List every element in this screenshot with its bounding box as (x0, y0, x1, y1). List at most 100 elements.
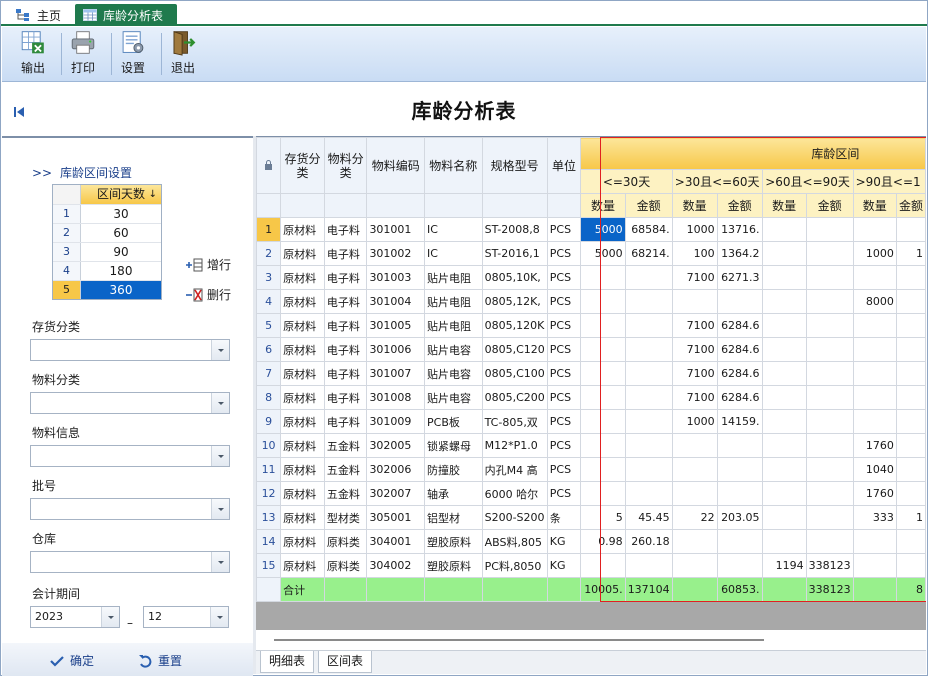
table-cell[interactable]: 五金料 (323, 481, 368, 506)
table-cell[interactable]: 301004 (366, 289, 426, 314)
value-cell[interactable] (624, 433, 673, 458)
value-cell[interactable] (761, 217, 807, 242)
value-cell[interactable]: 100 (671, 241, 718, 266)
table-cell[interactable]: 塑胶原料 (424, 529, 483, 554)
value-cell[interactable] (805, 433, 854, 458)
table-cell[interactable]: PCS (546, 241, 582, 266)
table-cell[interactable]: 原材料 (280, 361, 325, 386)
value-cell[interactable]: 22 (671, 505, 718, 530)
material-class-combo[interactable] (30, 392, 230, 414)
value-cell[interactable] (805, 241, 854, 266)
row-number[interactable]: 2 (256, 241, 282, 266)
delete-row-button[interactable]: 删行 (185, 286, 231, 303)
value-cell[interactable] (895, 289, 926, 314)
row-number[interactable]: 12 (256, 481, 282, 506)
table-cell[interactable]: 301006 (366, 337, 426, 362)
table-cell[interactable]: M12*P1.0 (481, 433, 548, 458)
table-cell[interactable]: 原材料 (280, 313, 325, 338)
value-cell[interactable] (624, 313, 673, 338)
value-cell[interactable] (671, 481, 718, 506)
value-cell[interactable] (716, 289, 763, 314)
value-cell[interactable]: 7100 (671, 313, 718, 338)
value-cell[interactable] (716, 529, 763, 554)
col-unit[interactable]: 单位 (546, 137, 582, 194)
total-label[interactable]: 合计 (280, 577, 325, 602)
tab-home[interactable]: 主页 (7, 4, 71, 26)
table-cell[interactable]: 贴片电容 (424, 385, 483, 410)
table-cell[interactable]: 原材料 (280, 337, 325, 362)
interval-row[interactable]: 1 30 (53, 204, 161, 223)
value-cell[interactable] (580, 313, 626, 338)
table-cell[interactable]: 铝型材 (424, 505, 483, 530)
table-cell[interactable]: 电子料 (323, 241, 368, 266)
table-row[interactable]: 14 原材料 原料类 304001 塑胶原料 ABS料,805 KG 0.98 260.18 (256, 529, 926, 554)
amt-header[interactable]: 金额 (624, 193, 673, 218)
row-number[interactable]: 15 (256, 553, 282, 578)
group-header[interactable]: >30且<=60天 (671, 169, 763, 194)
table-cell[interactable]: IC (424, 217, 483, 242)
value-cell[interactable] (580, 553, 626, 578)
row-number[interactable]: 7 (256, 361, 282, 386)
value-cell[interactable] (852, 265, 897, 290)
interval-value[interactable]: 90 (81, 243, 161, 261)
chevron-down-icon[interactable] (211, 552, 229, 572)
value-cell[interactable] (716, 553, 763, 578)
table-cell[interactable]: 电子料 (323, 217, 368, 242)
value-cell[interactable] (895, 313, 926, 338)
table-cell[interactable]: 原材料 (280, 505, 325, 530)
horizontal-scrollbar[interactable] (256, 630, 926, 650)
value-cell[interactable] (580, 409, 626, 434)
total-cell[interactable] (671, 577, 718, 602)
chevron-down-icon[interactable] (210, 607, 228, 627)
table-cell[interactable]: 原材料 (280, 385, 325, 410)
value-cell[interactable] (671, 457, 718, 482)
value-cell[interactable] (580, 361, 626, 386)
value-cell[interactable]: 7100 (671, 385, 718, 410)
qty-header[interactable]: 数量 (580, 193, 626, 218)
total-cell[interactable] (546, 577, 582, 602)
value-cell[interactable] (580, 481, 626, 506)
total-cell[interactable]: 137104 (624, 577, 673, 602)
value-cell[interactable] (624, 409, 673, 434)
reset-button[interactable]: 重置 (138, 652, 182, 669)
value-cell[interactable] (761, 505, 807, 530)
table-cell[interactable]: 电子料 (323, 361, 368, 386)
value-cell[interactable] (624, 481, 673, 506)
value-cell[interactable]: 13716. (716, 217, 763, 242)
value-cell[interactable]: 68584. (624, 217, 673, 242)
table-cell[interactable]: PCS (546, 409, 582, 434)
value-cell[interactable] (895, 457, 926, 482)
table-cell[interactable]: 0805,C100 (481, 361, 548, 386)
value-cell[interactable] (761, 241, 807, 266)
table-cell[interactable]: 302007 (366, 481, 426, 506)
value-cell[interactable] (805, 409, 854, 434)
table-cell[interactable]: 304002 (366, 553, 426, 578)
chevron-down-icon[interactable] (211, 446, 229, 466)
value-cell[interactable] (805, 313, 854, 338)
table-cell[interactable]: 原材料 (280, 289, 325, 314)
value-cell[interactable] (624, 361, 673, 386)
aging-band-header[interactable]: 库龄区间 (580, 137, 926, 170)
value-cell[interactable] (716, 457, 763, 482)
value-cell[interactable] (580, 265, 626, 290)
table-cell[interactable]: 锁紧螺母 (424, 433, 483, 458)
value-cell[interactable] (805, 457, 854, 482)
interval-row-selected[interactable]: 5 360 (53, 280, 161, 299)
table-cell[interactable]: 301005 (366, 313, 426, 338)
value-cell[interactable] (761, 337, 807, 362)
table-row[interactable]: 8 原材料 电子料 301008 贴片电容 0805,C200 PCS 7100 6284.6 (256, 385, 926, 410)
table-cell[interactable]: 电子料 (323, 337, 368, 362)
table-cell[interactable]: PCB板 (424, 409, 483, 434)
value-cell[interactable]: 338123 (805, 553, 854, 578)
table-cell[interactable]: PCS (546, 337, 582, 362)
table-row[interactable]: 3 原材料 电子料 301003 贴片电阻 0805,10K, PCS 7100 6271.3 (256, 265, 926, 290)
total-cell[interactable] (424, 577, 483, 602)
table-cell[interactable]: 0805,C120 (481, 337, 548, 362)
material-info-combo[interactable] (30, 445, 230, 467)
table-row[interactable]: 11 原材料 五金料 302006 防撞胶 内孔M4 高 PCS 1040 (256, 457, 926, 482)
row-number[interactable]: 5 (256, 313, 282, 338)
value-cell[interactable] (624, 337, 673, 362)
total-row[interactable]: 合计 10005. 137104 60853. 338123 8 (256, 577, 926, 602)
table-cell[interactable]: S200-S200 (481, 505, 548, 530)
chevron-down-icon[interactable] (211, 499, 229, 519)
